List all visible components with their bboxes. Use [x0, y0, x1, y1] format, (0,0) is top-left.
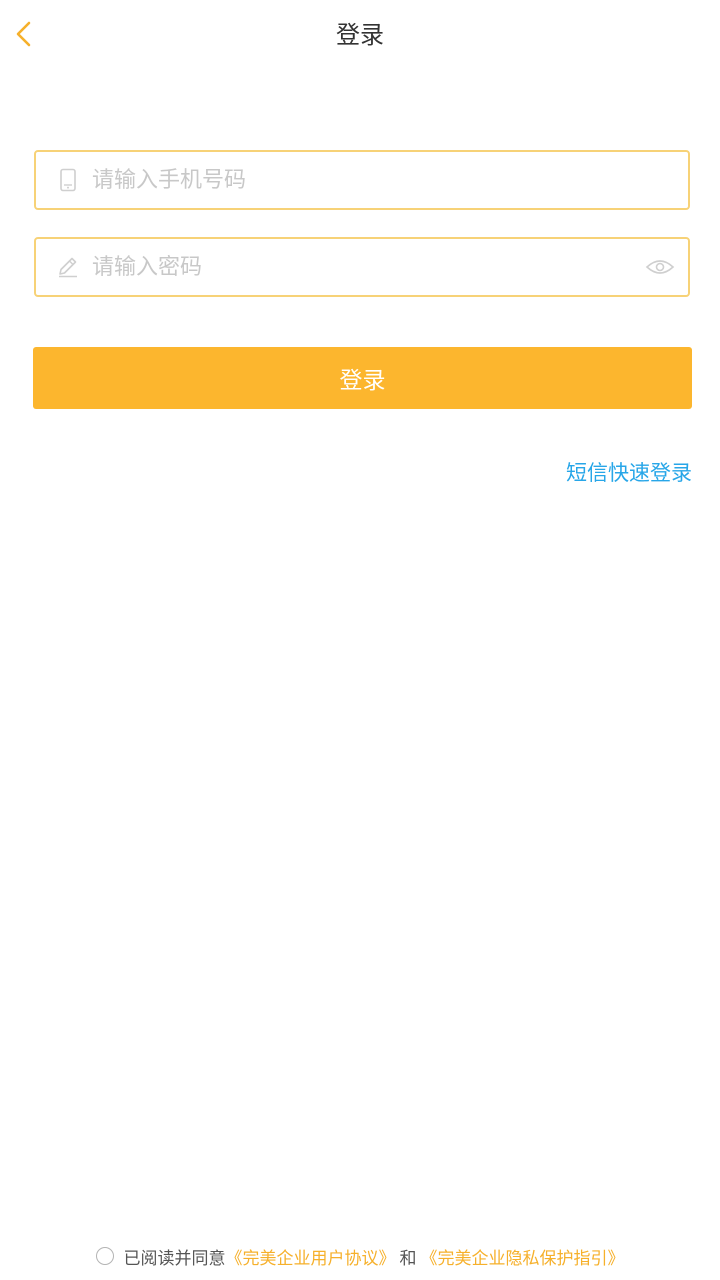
user-agreement-link[interactable]: 《完美企业用户协议》	[226, 1244, 396, 1269]
phone-field[interactable]	[34, 150, 690, 210]
agreement-and: 和	[399, 1248, 417, 1269]
header-bar: 登录	[0, 0, 720, 72]
privacy-guide-link[interactable]: 《完美企业隐私保护指引》	[421, 1244, 625, 1269]
page-title: 登录	[336, 21, 384, 49]
eye-icon	[645, 260, 675, 274]
sms-quick-login-link[interactable]: 短信快速登录	[566, 458, 692, 488]
phone-icon	[56, 168, 80, 192]
password-input[interactable]	[92, 239, 632, 295]
password-visibility-toggle[interactable]	[644, 253, 676, 281]
password-field[interactable]	[34, 237, 690, 297]
agreement-checkbox[interactable]	[95, 1247, 114, 1265]
login-button[interactable]: 登录	[33, 347, 692, 409]
agreement-row: 已阅读并同意 《完美企业用户协议》 和 《完美企业隐私保护指引》	[0, 1240, 720, 1272]
pencil-icon	[56, 255, 80, 279]
agreement-prefix: 已阅读并同意	[123, 1248, 226, 1269]
phone-input[interactable]	[92, 152, 632, 208]
